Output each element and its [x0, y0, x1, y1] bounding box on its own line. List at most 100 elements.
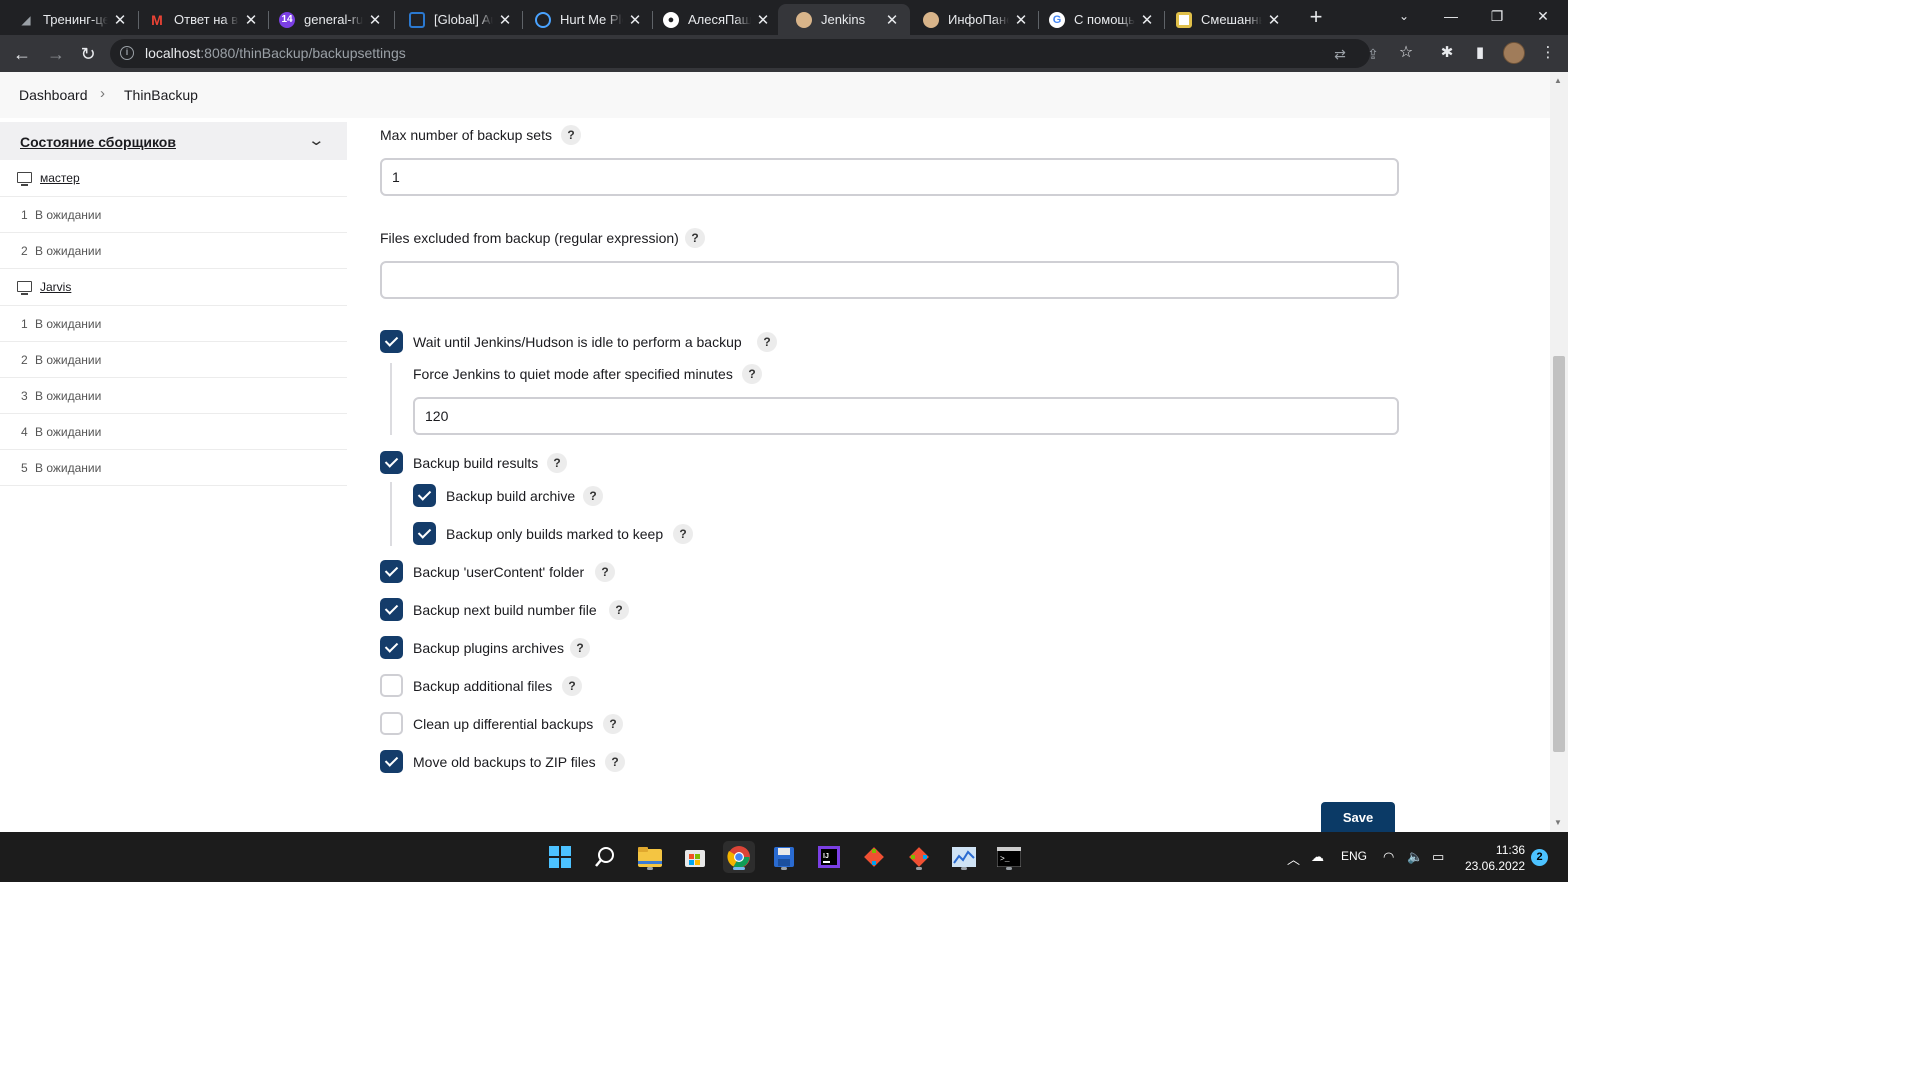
windows-taskbar: IJ >_ ︿ ☁ ENG ◠ 🔈 ▭ 11:36 23.06.2022 2	[0, 832, 1568, 882]
scroll-down-icon[interactable]: ▼	[1554, 818, 1562, 827]
cleanup-checkbox[interactable]	[380, 712, 403, 735]
max-sets-input[interactable]	[380, 158, 1399, 196]
next-build-checkbox[interactable]	[380, 598, 403, 621]
help-icon[interactable]: ?	[609, 600, 629, 620]
executor-number: 5	[21, 461, 28, 475]
new-tab-button[interactable]: +	[1305, 5, 1327, 29]
executor-status-title[interactable]: Состояние сборщиков	[20, 134, 176, 150]
builds-keep-checkbox[interactable]	[413, 522, 436, 545]
browser-tab[interactable]: ИнфоПане ✕	[905, 4, 1039, 35]
browser-tab[interactable]: ● АлесяПаш ✕	[645, 4, 781, 35]
browser-menu-icon[interactable]: ⋮	[1538, 43, 1558, 63]
microsoft-store-icon[interactable]	[679, 841, 711, 873]
help-icon[interactable]: ?	[570, 638, 590, 658]
close-tab-icon[interactable]: ✕	[1013, 11, 1029, 29]
address-bar[interactable]: i localhost:8080/thinBackup/backupsettin…	[110, 39, 1379, 68]
browser-tab-active[interactable]: Jenkins ✕	[778, 4, 910, 35]
help-icon[interactable]: ?	[685, 228, 705, 248]
chevron-down-icon[interactable]: ⌄	[307, 131, 325, 149]
close-tab-icon[interactable]: ✕	[1266, 11, 1282, 29]
help-icon[interactable]: ?	[603, 714, 623, 734]
save-button[interactable]: Save	[1321, 802, 1395, 834]
builds-keep-label: Backup only builds marked to keep	[446, 526, 664, 542]
force-quiet-input[interactable]	[413, 397, 1399, 435]
onedrive-icon[interactable]: ☁	[1311, 849, 1324, 865]
help-icon[interactable]: ?	[547, 453, 567, 473]
help-icon[interactable]: ?	[561, 125, 581, 145]
breadcrumb-thinbackup[interactable]: ThinBackup	[124, 87, 198, 103]
minimize-icon[interactable]: —	[1428, 0, 1474, 35]
build-results-checkbox[interactable]	[380, 451, 403, 474]
forward-icon[interactable]: →	[43, 41, 69, 67]
plugins-checkbox[interactable]	[380, 636, 403, 659]
browser-tab[interactable]: G С помощь ✕	[1031, 4, 1165, 35]
close-window-icon[interactable]: ✕	[1520, 0, 1566, 35]
intellij-icon[interactable]: IJ	[813, 841, 845, 873]
scroll-up-icon[interactable]: ▲	[1554, 76, 1562, 85]
close-tab-icon[interactable]: ✕	[112, 11, 128, 29]
battery-icon[interactable]: ▭	[1432, 849, 1444, 865]
scrollbar-thumb[interactable]	[1553, 356, 1565, 752]
bookmark-star-icon[interactable]: ☆	[1398, 45, 1414, 61]
browser-tab[interactable]: [Global] Au ✕	[391, 4, 523, 35]
side-panel-icon[interactable]: ▮	[1470, 43, 1490, 63]
breadcrumb-dashboard[interactable]: Dashboard	[19, 87, 88, 103]
zip-checkbox[interactable]	[380, 750, 403, 773]
url-text[interactable]: localhost:8080/thinBackup/backupsettings	[145, 45, 406, 61]
help-icon[interactable]: ?	[605, 752, 625, 772]
wifi-icon[interactable]: ◠	[1383, 849, 1394, 865]
excluded-files-input[interactable]	[380, 261, 1399, 299]
browser-tab[interactable]: Hurt Me Ple ✕	[517, 4, 653, 35]
help-icon[interactable]: ?	[562, 676, 582, 696]
back-icon[interactable]: ←	[9, 41, 35, 67]
git-gui-icon[interactable]	[903, 841, 935, 873]
close-tab-icon[interactable]: ✕	[1139, 11, 1155, 29]
extensions-icon[interactable]: ✱	[1437, 43, 1457, 63]
running-indicator	[961, 867, 967, 870]
resource-monitor-icon[interactable]	[948, 841, 980, 873]
node-link-jarvis[interactable]: Jarvis	[40, 280, 71, 294]
build-archive-checkbox[interactable]	[413, 484, 436, 507]
browser-tab[interactable]: 14 general-ru ✕	[261, 4, 393, 35]
close-tab-icon[interactable]: ✕	[627, 11, 643, 29]
help-icon[interactable]: ?	[673, 524, 693, 544]
chrome-icon[interactable]	[723, 841, 755, 873]
help-icon[interactable]: ?	[595, 562, 615, 582]
close-tab-icon[interactable]: ✕	[755, 11, 771, 29]
input-language[interactable]: ENG	[1341, 849, 1367, 863]
close-tab-icon[interactable]: ✕	[497, 11, 513, 29]
reload-icon[interactable]: ↻	[75, 41, 101, 67]
help-icon[interactable]: ?	[583, 486, 603, 506]
taskbar-clock[interactable]: 11:36 23.06.2022	[1465, 842, 1525, 874]
terminal-icon[interactable]: >_	[993, 841, 1025, 873]
translate-icon[interactable]: ⇄	[1332, 46, 1348, 62]
browser-tab[interactable]: Смешанны ✕	[1158, 4, 1292, 35]
help-icon[interactable]: ?	[742, 364, 762, 384]
user-content-label: Backup 'userContent' folder	[413, 564, 585, 580]
site-info-icon[interactable]: i	[120, 46, 134, 60]
git-icon[interactable]	[858, 841, 890, 873]
additional-files-checkbox[interactable]	[380, 674, 403, 697]
windows-start-icon[interactable]	[544, 841, 576, 873]
share-icon[interactable]: ⇪	[1365, 46, 1381, 62]
node-link-master[interactable]: мастер	[40, 171, 80, 185]
save-disk-icon[interactable]	[768, 841, 800, 873]
user-content-checkbox[interactable]	[380, 560, 403, 583]
notification-badge[interactable]: 2	[1531, 849, 1548, 866]
page-scrollbar[interactable]: ▲ ▼	[1550, 72, 1568, 832]
help-icon[interactable]: ?	[757, 332, 777, 352]
executor-status: В ожидании	[35, 425, 102, 439]
tab-search-icon[interactable]: ⌄	[1381, 0, 1427, 35]
close-tab-icon[interactable]: ✕	[243, 11, 259, 29]
wait-idle-checkbox[interactable]	[380, 330, 403, 353]
browser-tab[interactable]: M Ответ на в ✕	[131, 4, 269, 35]
volume-icon[interactable]: 🔈	[1407, 849, 1423, 865]
profile-avatar[interactable]	[1503, 42, 1525, 64]
close-tab-icon[interactable]: ✕	[367, 11, 383, 29]
tray-overflow-icon[interactable]: ︿	[1287, 849, 1300, 868]
restore-icon[interactable]: ❐	[1474, 0, 1520, 35]
browser-tab[interactable]: ◢ Тренинг-це ✕	[0, 4, 138, 35]
close-tab-icon[interactable]: ✕	[884, 11, 900, 29]
file-explorer-icon[interactable]	[634, 841, 666, 873]
search-icon[interactable]	[589, 841, 621, 873]
